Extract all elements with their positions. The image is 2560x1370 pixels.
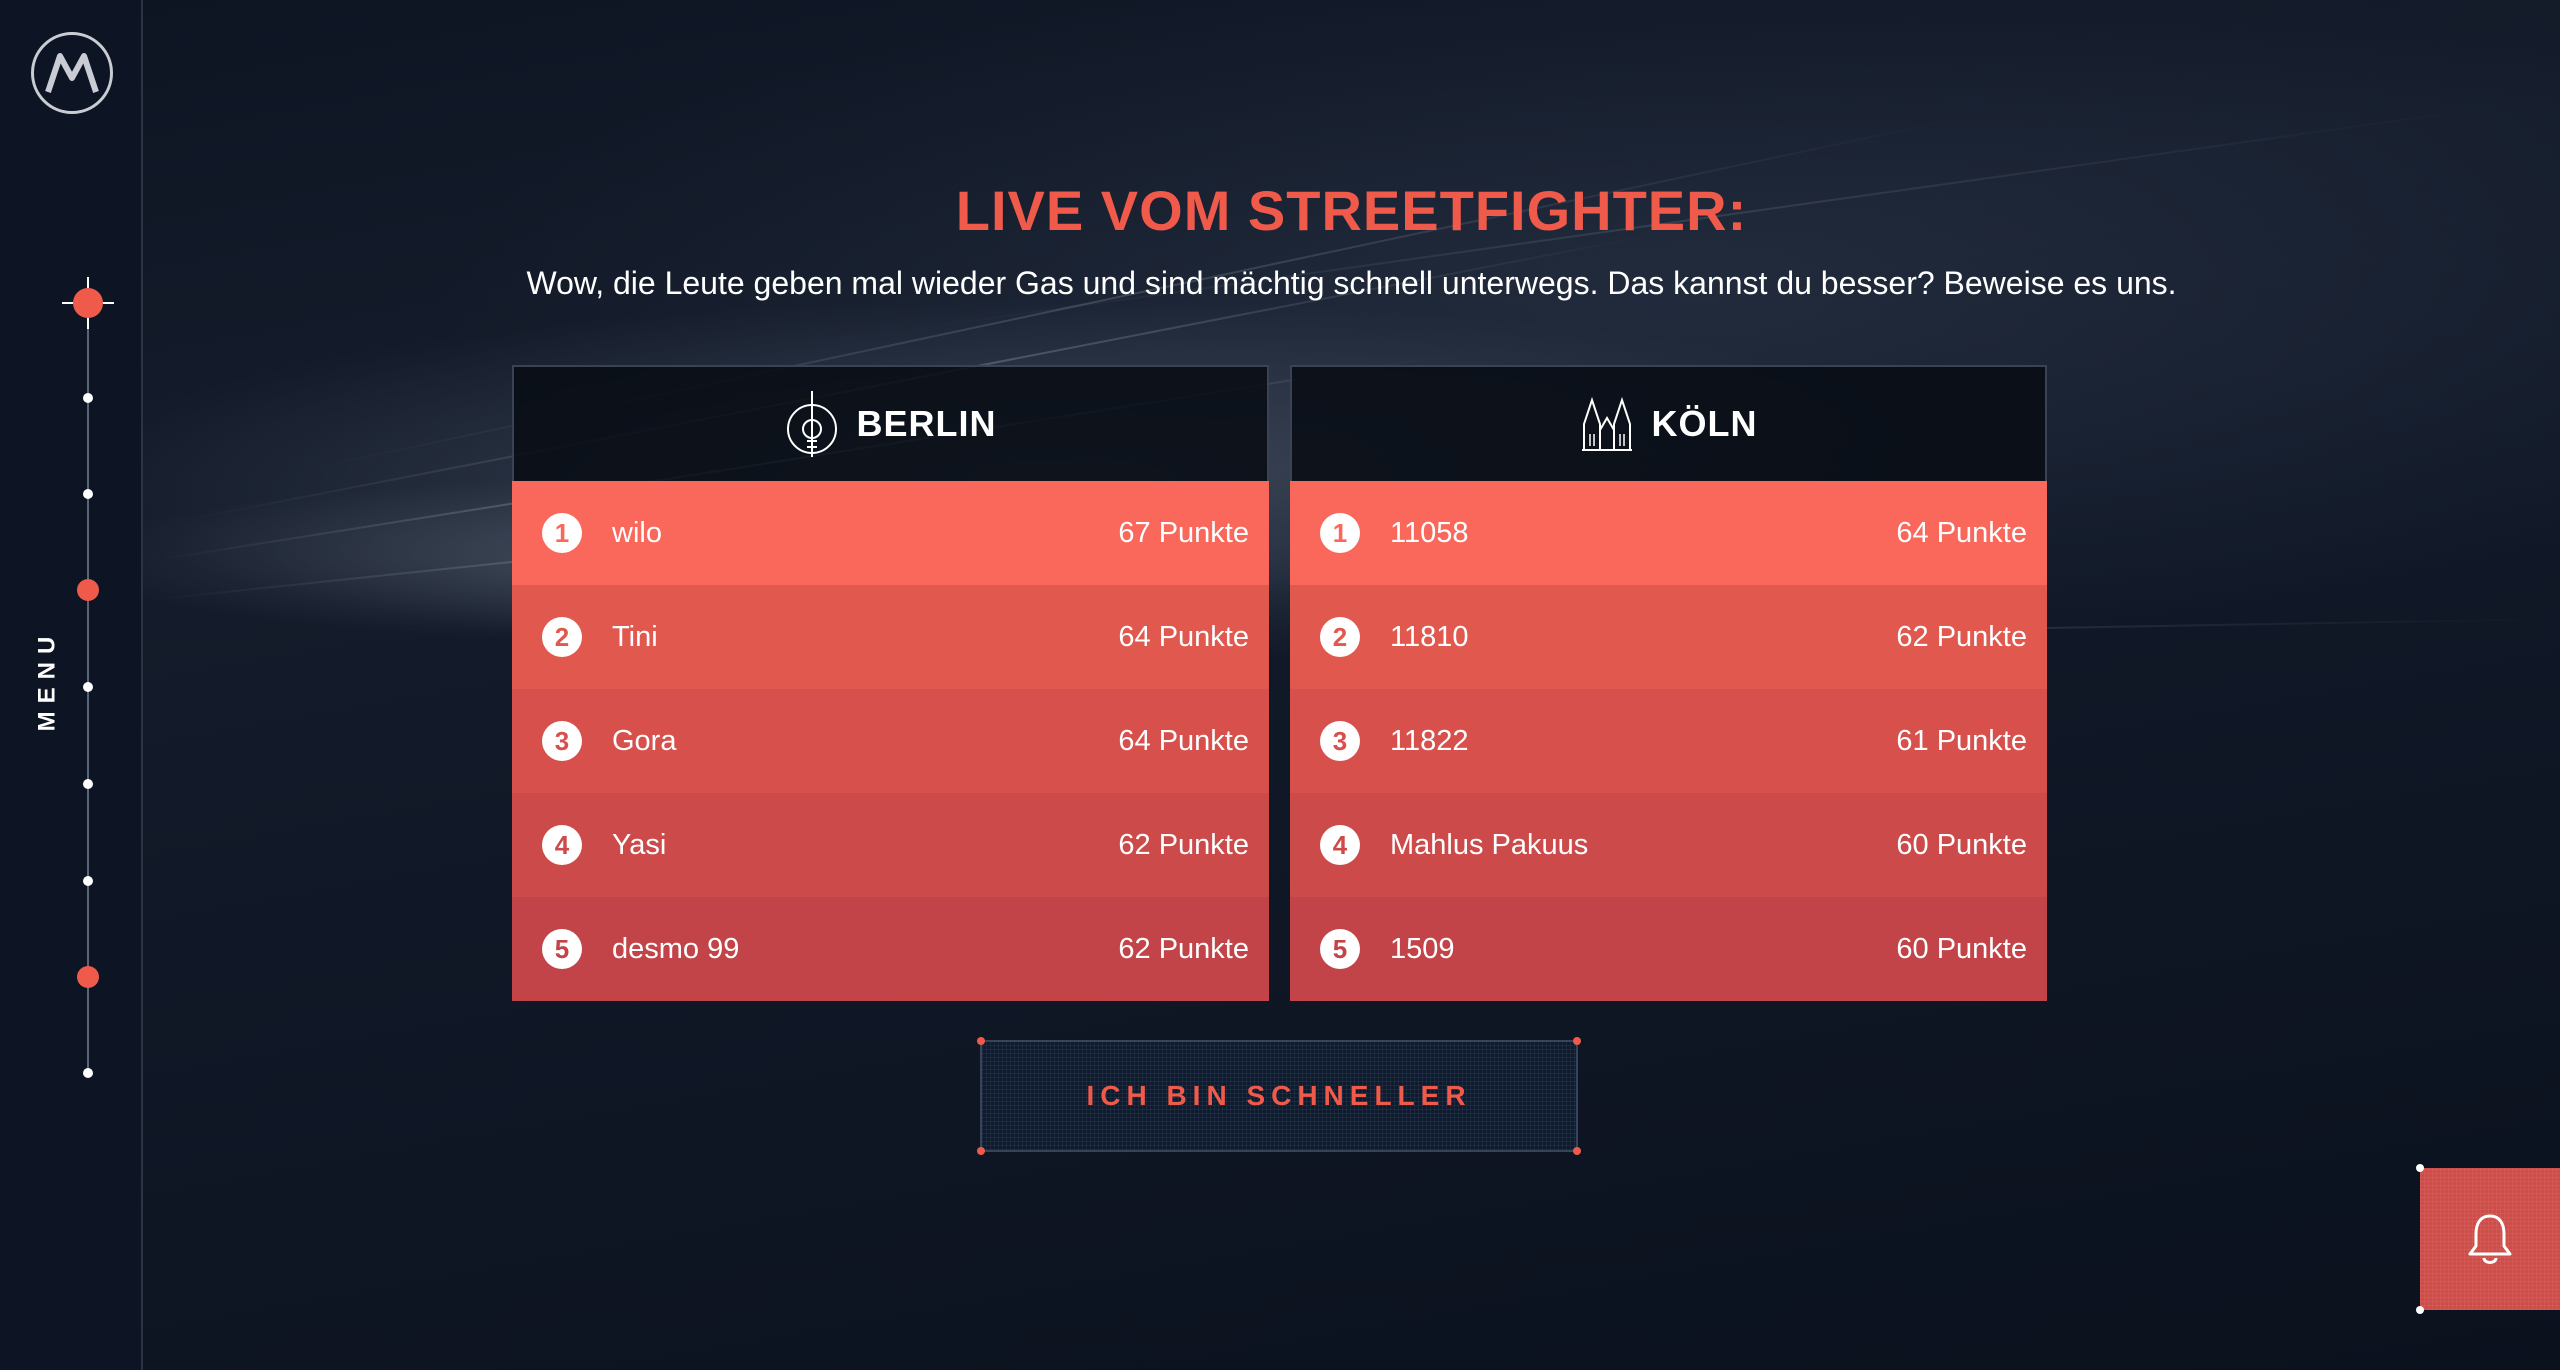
timeline-dot[interactable] bbox=[83, 682, 93, 692]
city-name: KÖLN bbox=[1651, 403, 1758, 444]
player-name: 11810 bbox=[1390, 620, 1469, 653]
timeline-dot[interactable] bbox=[83, 489, 93, 499]
rank-badge: 2 bbox=[1320, 617, 1360, 657]
player-name: Gora bbox=[612, 724, 677, 757]
player-points: 60 Punkte bbox=[1896, 932, 2027, 965]
menu-label: MENU bbox=[33, 628, 61, 732]
leaderboard-header: BERLIN bbox=[512, 365, 1269, 481]
player-name: Mahlus Pakuus bbox=[1390, 828, 1589, 861]
corner-marker bbox=[977, 1037, 985, 1045]
leaderboard-row: 2 Tini 64 Punkte bbox=[512, 585, 1269, 689]
timeline-dot-active[interactable] bbox=[77, 579, 99, 601]
faster-button-label: ICH BIN SCHNELLER bbox=[1086, 1080, 1472, 1111]
city-name: BERLIN bbox=[856, 403, 997, 444]
player-points: 64 Punkte bbox=[1896, 516, 2027, 549]
player-points: 60 Punkte bbox=[1896, 828, 2027, 861]
timeline-dot[interactable] bbox=[83, 393, 93, 403]
corner-marker bbox=[2416, 1164, 2424, 1172]
motorola-logo-icon bbox=[45, 53, 99, 93]
player-points: 64 Punkte bbox=[1118, 620, 1249, 653]
notification-button[interactable] bbox=[2416, 1164, 2560, 1314]
player-points: 62 Punkte bbox=[1118, 932, 1249, 965]
corner-marker bbox=[1573, 1037, 1581, 1045]
rank-badge: 4 bbox=[542, 825, 582, 865]
player-name: 11822 bbox=[1390, 724, 1469, 757]
page-title: LIVE VOM STREETFIGHTER: bbox=[955, 179, 1748, 242]
timeline-current-marker[interactable] bbox=[62, 277, 114, 329]
timeline-dot[interactable] bbox=[83, 1068, 93, 1078]
menu-toggle[interactable]: MENU bbox=[30, 620, 64, 740]
leaderboard-row: 1 wilo 67 Punkte bbox=[512, 481, 1269, 585]
leaderboard-row: 5 desmo 99 62 Punkte bbox=[512, 897, 1269, 1001]
player-points: 64 Punkte bbox=[1118, 724, 1249, 757]
leaderboard-berlin: BERLIN 1 wilo 67 Punkte 2 Tini 64 Punkte… bbox=[512, 365, 1269, 1001]
rank-badge: 1 bbox=[542, 513, 582, 553]
leaderboard-row: 5 1509 60 Punkte bbox=[1290, 897, 2047, 1001]
rank-badge: 3 bbox=[542, 721, 582, 761]
leaderboard-row: 4 Yasi 62 Punkte bbox=[512, 793, 1269, 897]
player-name: desmo 99 bbox=[612, 932, 740, 965]
rank-badge: 5 bbox=[542, 929, 582, 969]
bell-icon bbox=[2468, 1214, 2512, 1264]
leaderboard-row: 4 Mahlus Pakuus 60 Punkte bbox=[1290, 793, 2047, 897]
leaderboard-koeln: KÖLN 1 11058 64 Punkte 2 11810 62 Punkte… bbox=[1290, 365, 2047, 1001]
corner-marker bbox=[2416, 1306, 2424, 1314]
rank-badge: 1 bbox=[1320, 513, 1360, 553]
rank-badge: 2 bbox=[542, 617, 582, 657]
timeline-dot[interactable] bbox=[83, 779, 93, 789]
page-subtitle: Wow, die Leute geben mal wieder Gas und … bbox=[526, 265, 2177, 301]
leaderboard-row: 1 11058 64 Punkte bbox=[1290, 481, 2047, 585]
timeline-dot[interactable] bbox=[83, 876, 93, 886]
rank-badge: 4 bbox=[1320, 825, 1360, 865]
rank-badge: 3 bbox=[1320, 721, 1360, 761]
sidebar: MENU bbox=[0, 0, 143, 1370]
rank-badge: 5 bbox=[1320, 929, 1360, 969]
cathedral-icon bbox=[1581, 396, 1632, 451]
corner-marker bbox=[977, 1147, 985, 1155]
player-name: Yasi bbox=[612, 828, 667, 861]
leaderboard-row: 3 Gora 64 Punkte bbox=[512, 689, 1269, 793]
tv-tower-icon bbox=[786, 391, 837, 457]
leaderboard-header: KÖLN bbox=[1290, 365, 2047, 481]
page: MENU LIVE VOM STREETFIGHTER: Wow, die Le… bbox=[0, 0, 2560, 1370]
faster-button[interactable]: ICH BIN SCHNELLER bbox=[977, 1037, 1581, 1155]
player-points: 62 Punkte bbox=[1896, 620, 2027, 653]
leaderboard-row: 2 11810 62 Punkte bbox=[1290, 585, 2047, 689]
player-points: 62 Punkte bbox=[1118, 828, 1249, 861]
player-name: wilo bbox=[612, 516, 662, 549]
player-name: 1509 bbox=[1390, 932, 1455, 965]
motorola-logo[interactable] bbox=[31, 32, 113, 114]
player-name: Tini bbox=[612, 620, 658, 653]
player-points: 61 Punkte bbox=[1896, 724, 2027, 757]
leaderboard-row: 3 11822 61 Punkte bbox=[1290, 689, 2047, 793]
player-name: 11058 bbox=[1390, 516, 1469, 549]
player-points: 67 Punkte bbox=[1118, 516, 1249, 549]
corner-marker bbox=[1573, 1147, 1581, 1155]
timeline-dot-active[interactable] bbox=[77, 966, 99, 988]
